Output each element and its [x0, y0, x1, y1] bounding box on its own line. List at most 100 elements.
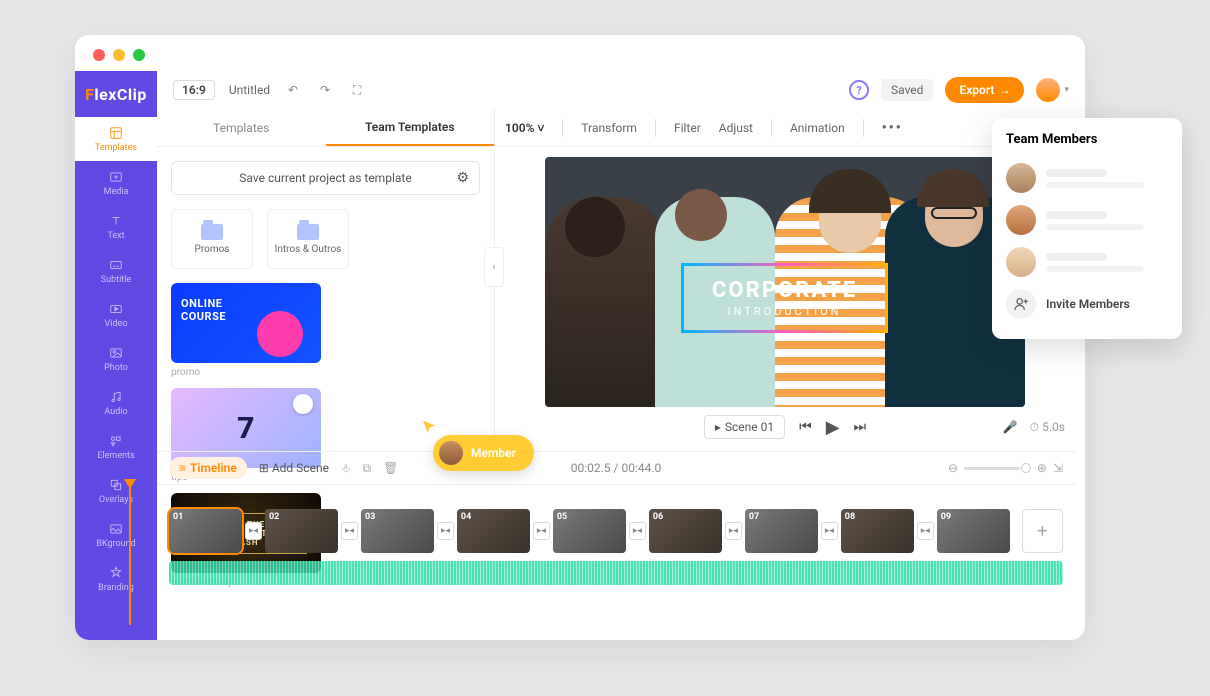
preview-canvas[interactable]: CORPORATE INTRODUCTION	[545, 157, 1025, 407]
sidebar-label: Templates	[95, 143, 137, 153]
fullscreen-button[interactable]: ⛶	[348, 81, 366, 99]
tab-timeline[interactable]: ≡ Timeline	[169, 457, 247, 479]
transition-button[interactable]: ▸◂	[341, 522, 358, 540]
export-button[interactable]: Export →	[945, 77, 1024, 103]
sidebar-item-media[interactable]: Media	[75, 161, 157, 205]
add-user-icon	[1006, 289, 1036, 319]
maximize-window-button[interactable]	[133, 49, 145, 61]
folder-intros-outros[interactable]: Intros & Outros	[267, 209, 349, 269]
background-icon	[108, 521, 124, 537]
video-icon	[108, 301, 124, 317]
adjust-button[interactable]: Adjust	[719, 121, 753, 135]
transition-button[interactable]: ▸◂	[245, 522, 262, 540]
window-controls	[93, 49, 145, 61]
transition-button[interactable]: ▸◂	[437, 522, 454, 540]
save-status: Saved	[881, 79, 933, 101]
timeline-toolbar: ≡ Timeline ⊞ Add Scene ⎀ ⧉ 🗑 00:02.5 / 0…	[157, 451, 1075, 485]
invite-label: Invite Members	[1046, 297, 1130, 311]
zoom-in-button[interactable]: ⊕	[1037, 461, 1047, 475]
team-member-row[interactable]	[1006, 199, 1168, 241]
text-overlay[interactable]: CORPORATE INTRODUCTION	[681, 263, 888, 333]
timeline-clip[interactable]: 03	[361, 509, 434, 553]
timeline-clip[interactable]: 02	[265, 509, 338, 553]
timeline-clip[interactable]: 05	[553, 509, 626, 553]
more-options-button[interactable]: •••	[882, 120, 903, 136]
redo-button[interactable]: ↷	[316, 81, 334, 99]
project-title[interactable]: Untitled	[229, 83, 270, 97]
next-scene-button[interactable]: ⏭	[854, 419, 867, 435]
minimize-window-button[interactable]	[113, 49, 125, 61]
add-scene-button[interactable]: ⊞ Add Scene	[259, 461, 329, 475]
team-member-row[interactable]	[1006, 241, 1168, 283]
timeline-clip[interactable]: 08	[841, 509, 914, 553]
team-panel-title: Team Members	[1006, 132, 1168, 147]
user-menu-button[interactable]: ▾	[1036, 78, 1069, 102]
zoom-select[interactable]: 100% ˅	[505, 121, 544, 135]
scene-duration[interactable]: ⏱ 5.0s	[1030, 420, 1065, 435]
sidebar: FlexClip Templates Media Text Subtitle V…	[75, 71, 157, 640]
tab-team-templates[interactable]: Team Templates	[326, 109, 495, 146]
timeline-clip[interactable]: 01	[169, 509, 242, 553]
overlay-subtitle: INTRODUCTION	[712, 305, 857, 318]
playback-controls: ▸ Scene 01 ⏮ ▶ ⏭ 🎤 ⏱ 5.0s	[495, 407, 1075, 447]
scene-select[interactable]: ▸ Scene 01	[704, 415, 785, 439]
fit-timeline-button[interactable]: ⇲	[1053, 461, 1063, 475]
transition-button[interactable]: ▸◂	[917, 522, 934, 540]
timeline-clip[interactable]: 07	[745, 509, 818, 553]
aspect-ratio-select[interactable]: 16:9	[173, 80, 215, 100]
undo-button[interactable]: ↶	[284, 81, 302, 99]
timeline-clip[interactable]: 06	[649, 509, 722, 553]
sidebar-item-bkground[interactable]: BKground	[75, 513, 157, 557]
tab-templates[interactable]: Templates	[157, 109, 326, 146]
audio-icon	[108, 389, 124, 405]
member-avatar	[1006, 205, 1036, 235]
zoom-slider[interactable]	[964, 467, 1020, 470]
member-avatar	[1006, 247, 1036, 277]
sidebar-item-audio[interactable]: Audio	[75, 381, 157, 425]
sidebar-item-branding[interactable]: Branding	[75, 557, 157, 601]
zoom-out-button[interactable]: ⊖	[948, 461, 958, 475]
animation-button[interactable]: Animation	[790, 121, 845, 135]
save-as-template-button[interactable]: Save current project as template ⚙	[171, 161, 480, 195]
timeline-clip[interactable]: 09	[937, 509, 1010, 553]
sidebar-label: Video	[105, 319, 128, 329]
member-avatar	[1006, 163, 1036, 193]
timeline-clips: 01 ▸◂ 02 ▸◂ 03 ▸◂ 04 ▸◂ 05 ▸◂ 06 ▸◂ 07 ▸…	[157, 485, 1075, 553]
mic-button[interactable]: 🎤	[1003, 420, 1018, 434]
audio-waveform[interactable]	[169, 561, 1063, 585]
filter-button[interactable]: Filter	[674, 121, 701, 135]
transition-button[interactable]: ▸◂	[821, 522, 838, 540]
sidebar-item-elements[interactable]: Elements	[75, 425, 157, 469]
invite-members-button[interactable]: Invite Members	[1006, 283, 1168, 325]
folder-icon	[201, 224, 223, 240]
user-avatar	[1036, 78, 1060, 102]
collaborator-avatar	[439, 441, 463, 465]
delete-button[interactable]: 🗑	[383, 461, 398, 475]
sidebar-item-templates[interactable]: Templates	[75, 117, 157, 161]
timeline-clip[interactable]: 04	[457, 509, 530, 553]
transform-button[interactable]: Transform	[581, 121, 637, 135]
transition-button[interactable]: ▸◂	[725, 522, 742, 540]
close-window-button[interactable]	[93, 49, 105, 61]
template-card[interactable]: ONLINE COURSE promo	[171, 283, 321, 378]
transition-button[interactable]: ▸◂	[533, 522, 550, 540]
sidebar-item-subtitle[interactable]: Subtitle	[75, 249, 157, 293]
help-button[interactable]: ?	[849, 80, 869, 100]
sidebar-item-video[interactable]: Video	[75, 293, 157, 337]
add-clip-button[interactable]: +	[1022, 509, 1063, 553]
sidebar-item-photo[interactable]: Photo	[75, 337, 157, 381]
team-member-row[interactable]	[1006, 157, 1168, 199]
transition-button[interactable]: ▸◂	[629, 522, 646, 540]
time-display: 00:02.5 / 00:44.0	[571, 461, 662, 475]
duplicate-button[interactable]: ⧉	[363, 461, 372, 476]
folder-promos[interactable]: Promos	[171, 209, 253, 269]
timeline-playhead[interactable]	[129, 485, 131, 625]
play-button[interactable]: ▶	[826, 417, 840, 438]
split-button[interactable]: ⎀	[341, 461, 351, 476]
prev-scene-button[interactable]: ⏮	[799, 419, 812, 435]
overlay-title: CORPORATE	[712, 278, 857, 303]
sidebar-item-text[interactable]: Text	[75, 205, 157, 249]
sidebar-item-overlays[interactable]: Overlays	[75, 469, 157, 513]
sidebar-label: Elements	[97, 451, 134, 461]
folder-icon	[297, 224, 319, 240]
